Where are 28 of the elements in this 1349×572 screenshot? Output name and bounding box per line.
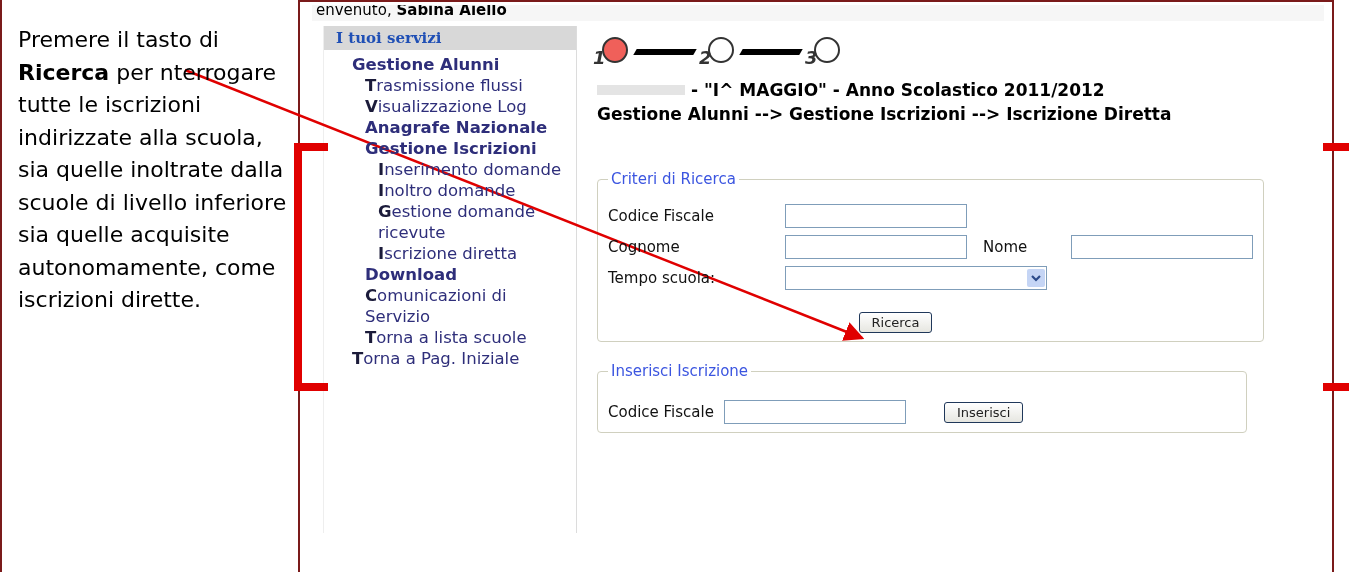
sidebar-menu-item[interactable]: Anagrafe Nazionale xyxy=(365,117,548,138)
sidebar-menu-item[interactable]: Gestione Alunni xyxy=(352,54,500,75)
school-title: - "I^ MAGGIO" - Anno Scolastico 2011/2012 xyxy=(691,79,1105,102)
select-field[interactable] xyxy=(785,266,1047,290)
step-connector xyxy=(633,49,697,55)
sidebar-menu-item[interactable]: Iscrizione diretta xyxy=(378,243,518,264)
breadcrumb: Gestione Alunni --> Gestione Iscrizioni --> Iscrizione Diretta xyxy=(597,103,1173,126)
input-field[interactable] xyxy=(785,235,967,259)
sidebar-title: I tuoi servizi xyxy=(324,26,576,50)
field-label: Nome xyxy=(983,238,1028,256)
field-label: Codice Fiscale xyxy=(608,207,714,225)
input-field[interactable] xyxy=(785,204,967,228)
step-connector xyxy=(739,49,803,55)
fieldset-legend: Criteri di Ricerca xyxy=(608,170,739,188)
sidebar-menu-item[interactable]: Trasmissione flussi xyxy=(365,75,523,96)
sidebar-menu-item[interactable]: Torna a lista scuole xyxy=(365,327,527,348)
insert-button[interactable]: Inserisci xyxy=(943,401,1024,423)
field-label: Codice Fiscale xyxy=(608,403,714,421)
field-label: Tempo scuola: xyxy=(608,269,716,287)
input-field[interactable] xyxy=(723,400,906,424)
sidebar-menu-item[interactable]: Torna a Pag. Iniziale xyxy=(352,348,520,369)
chevron-down-icon xyxy=(1027,269,1045,287)
sidebar-menu-item[interactable]: Download xyxy=(365,264,457,285)
search-button[interactable]: Ricerca xyxy=(858,312,933,333)
sidebar-menu-item[interactable]: Visualizzazione Log xyxy=(365,96,527,117)
instruction-text: Premere il tasto di Ricerca per nterrogare tutte le iscrizioni indirizzate alla scuola, sia quelle inoltrate dalla scuole di livello inferiore sia quelle acquisite autonomamente, come iscrizioni dirette. xyxy=(18,26,288,314)
fieldset-legend: Inserisci Iscrizione xyxy=(608,362,752,380)
input-field[interactable] xyxy=(1071,235,1253,259)
